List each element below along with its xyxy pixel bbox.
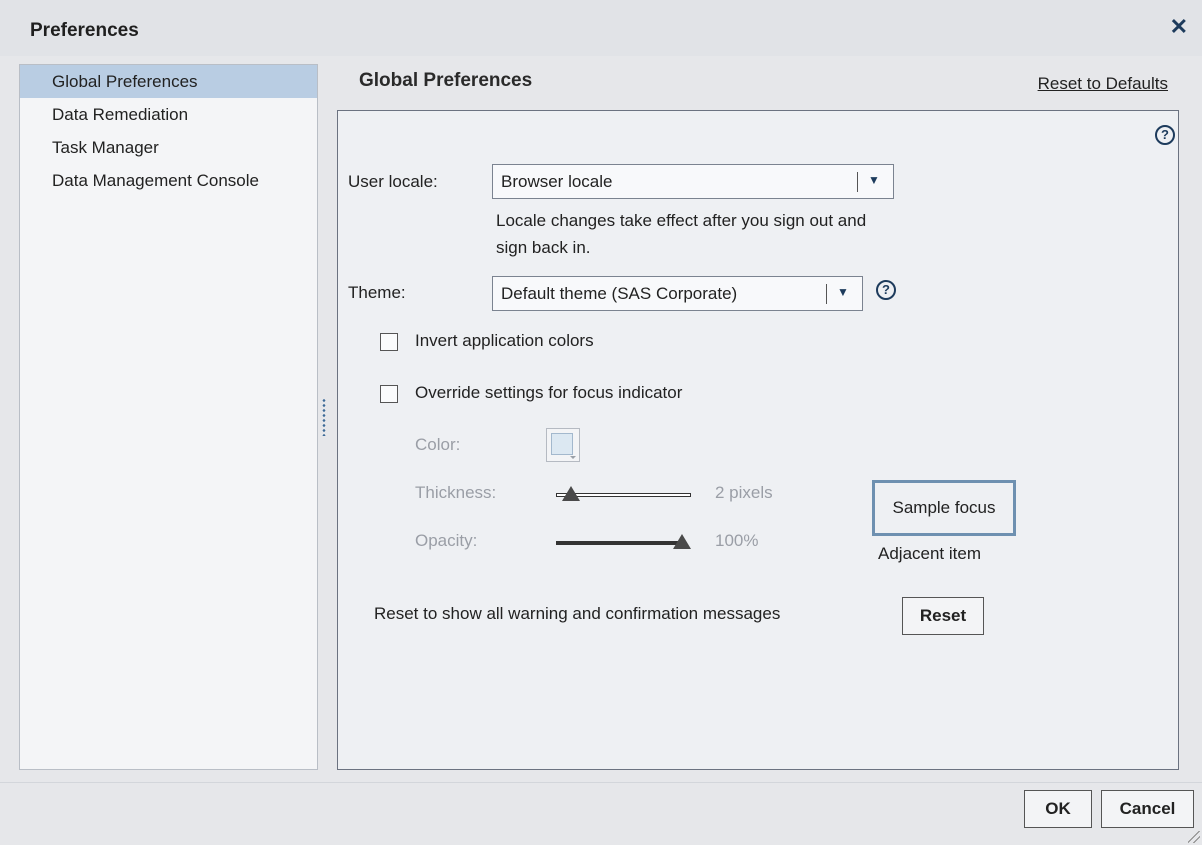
- override-focus-label: Override settings for focus indicator: [415, 383, 683, 402]
- reset-messages-label: Reset to show all warning and confirmati…: [374, 604, 781, 623]
- invert-colors-checkbox[interactable]: [380, 333, 398, 351]
- color-swatch: [551, 433, 573, 455]
- reset-to-defaults-link[interactable]: Reset to Defaults: [1038, 74, 1168, 94]
- color-picker[interactable]: [546, 428, 580, 462]
- theme-help-icon[interactable]: ?: [876, 280, 896, 300]
- splitter-handle[interactable]: [322, 398, 326, 436]
- theme-value: Default theme (SAS Corporate): [501, 284, 738, 303]
- user-locale-label: User locale:: [348, 172, 438, 191]
- user-locale-select[interactable]: Browser locale ▼: [492, 164, 894, 199]
- nav-item-global-preferences[interactable]: Global Preferences: [20, 65, 317, 98]
- slider-track: [556, 541, 682, 545]
- nav-item-task-manager[interactable]: Task Manager: [20, 131, 317, 164]
- ok-button[interactable]: OK: [1024, 790, 1092, 828]
- preferences-nav: Global Preferences Data Remediation Task…: [19, 64, 318, 770]
- invert-colors-label: Invert application colors: [415, 331, 594, 350]
- slider-thumb[interactable]: [673, 534, 691, 549]
- override-focus-checkbox[interactable]: [380, 385, 398, 403]
- select-separator: [826, 284, 827, 304]
- close-icon[interactable]: ✕: [1170, 16, 1188, 38]
- opacity-label: Opacity:: [415, 531, 478, 550]
- resize-grip-icon[interactable]: [1188, 831, 1200, 843]
- color-label: Color:: [415, 435, 461, 454]
- opacity-value: 100%: [715, 531, 759, 550]
- panel-header: Global Preferences Reset to Defaults: [337, 62, 1179, 110]
- user-locale-value: Browser locale: [501, 172, 613, 191]
- cancel-button[interactable]: Cancel: [1101, 790, 1194, 828]
- dialog-title: Preferences: [30, 20, 139, 41]
- select-separator: [857, 172, 858, 192]
- footer-divider: [0, 782, 1202, 783]
- theme-select[interactable]: Default theme (SAS Corporate) ▼: [492, 276, 863, 311]
- help-icon[interactable]: ?: [1155, 125, 1175, 145]
- adjacent-item-label: Adjacent item: [878, 544, 981, 563]
- sample-focus-preview: Sample focus: [872, 480, 1016, 536]
- panel-title: Global Preferences: [359, 70, 533, 91]
- thickness-value: 2 pixels: [715, 483, 773, 502]
- nav-item-data-management-console[interactable]: Data Management Console: [20, 164, 317, 197]
- thickness-label: Thickness:: [415, 483, 497, 502]
- reset-messages-button[interactable]: Reset: [902, 597, 984, 635]
- slider-thumb[interactable]: [562, 486, 580, 501]
- opacity-slider[interactable]: [556, 534, 691, 551]
- dialog-titlebar: Preferences ✕: [0, 0, 1202, 56]
- caret-down-icon: [570, 456, 576, 459]
- chevron-down-icon: ▼: [837, 285, 849, 299]
- theme-label: Theme:: [348, 283, 406, 302]
- thickness-slider[interactable]: [556, 486, 691, 503]
- user-locale-note: Locale changes take effect after you sig…: [496, 211, 867, 257]
- chevron-down-icon: ▼: [868, 173, 880, 187]
- nav-item-data-remediation[interactable]: Data Remediation: [20, 98, 317, 131]
